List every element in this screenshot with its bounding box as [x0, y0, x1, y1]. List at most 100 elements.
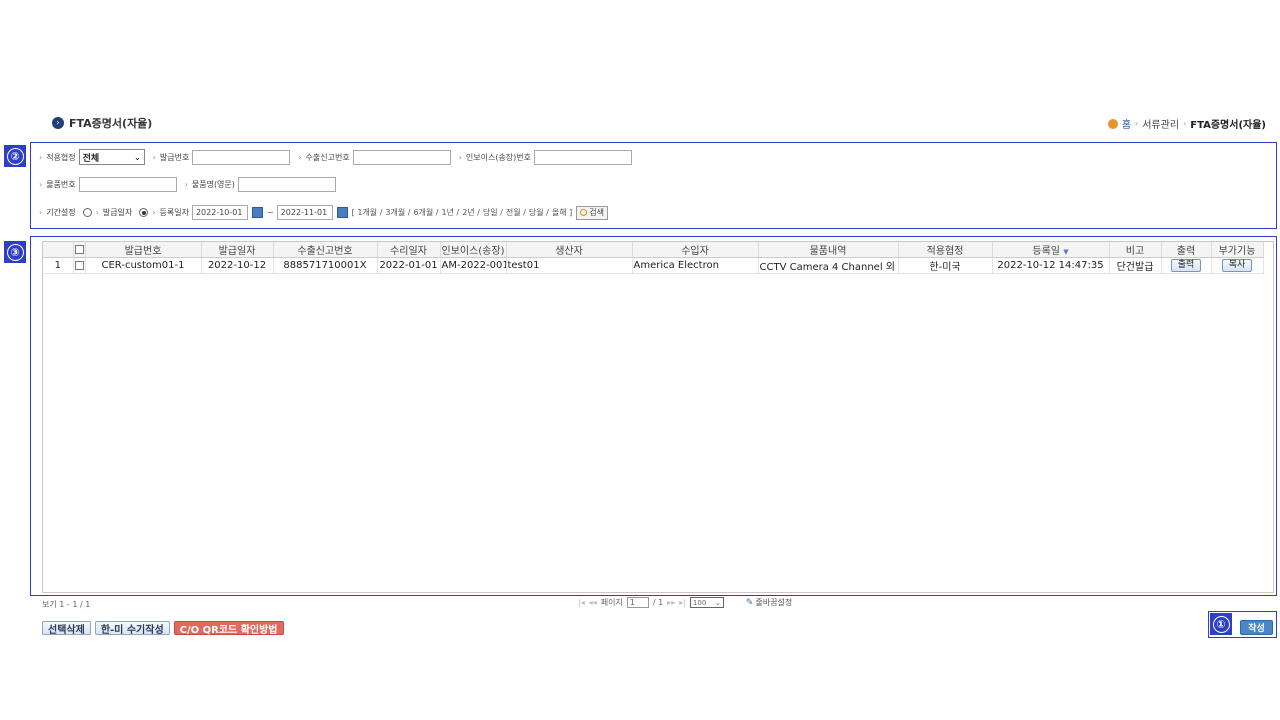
- cell-reg-date: 2022-10-12 14:47:35: [992, 257, 1110, 274]
- quick-period-prev-month[interactable]: 전월 /: [506, 207, 526, 218]
- marker-1: ①: [1210, 613, 1232, 635]
- breadcrumb-separator-icon: ›: [1183, 119, 1187, 128]
- first-page-icon[interactable]: |◂: [578, 598, 585, 607]
- calendar-icon[interactable]: [336, 207, 348, 218]
- col-issue-date[interactable]: 발급일자: [201, 242, 274, 258]
- cell-issue-date: 2022-10-12: [201, 257, 274, 274]
- issue-no-label: 발급번호: [153, 152, 189, 163]
- cell-items: CCTV Camera 4 Channel 외 2건: [758, 257, 899, 274]
- qr-guide-button[interactable]: C/O QR코드 확인방법: [173, 621, 284, 636]
- col-note[interactable]: 비고: [1109, 242, 1162, 258]
- quick-period-6m[interactable]: 6개월 /: [413, 207, 438, 218]
- wrench-icon: ✎: [745, 597, 754, 608]
- marker-2-label: ②: [6, 147, 24, 165]
- page-header: › FTA증명서(자율): [52, 115, 152, 131]
- page-label: 페이지: [600, 598, 623, 607]
- col-agreement[interactable]: 적용협정: [898, 242, 993, 258]
- quick-period-links: [ 1개월 / 3개월 / 6개월 / 1년 / 2년 / 당일 / 전월 / …: [352, 207, 573, 218]
- issue-date-label: 발급일자: [96, 207, 132, 218]
- chevron-down-icon: ⌄: [133, 152, 141, 162]
- agreement-select-value: 전체: [82, 153, 100, 164]
- breadcrumb: 홈 › 서류관리 › FTA증명서(자율): [1107, 116, 1266, 131]
- manual-write-button[interactable]: 한-미 수기작성: [94, 621, 170, 636]
- issue-date-radio[interactable]: [82, 208, 92, 217]
- calendar-icon[interactable]: [251, 207, 263, 218]
- pager: |◂ ◂◂ 페이지 1 / 1 ▸▸ ▸| 100 ⌄ ✎ 줄바꿈설정: [578, 597, 792, 608]
- invoice-no-input[interactable]: [534, 149, 633, 165]
- row-number: 1: [43, 257, 74, 274]
- quick-period-1m[interactable]: [ 1개월 /: [352, 207, 383, 218]
- result-table: 발급번호 발급일자 수출신고번호 수리일자 인보이스(송장) 생산자 수입자 물…: [43, 242, 1264, 274]
- search-button[interactable]: 검색: [576, 205, 608, 220]
- quick-period-3m[interactable]: 3개월 /: [385, 207, 410, 218]
- reg-date-label: 등록일자: [152, 207, 189, 218]
- print-button[interactable]: 출력: [1170, 259, 1202, 272]
- cell-agreement: 한-미국: [898, 257, 993, 274]
- copy-button[interactable]: 복사: [1221, 259, 1253, 272]
- quick-period-1y[interactable]: 1년 /: [442, 207, 460, 218]
- wrap-setting-button[interactable]: ✎ 줄바꿈설정: [746, 597, 792, 608]
- col-print[interactable]: 출력: [1161, 242, 1212, 258]
- page-size-value: 100: [692, 598, 707, 607]
- breadcrumb-current: FTA증명서(자율): [1190, 120, 1266, 131]
- page-title: FTA증명서(자율): [69, 117, 153, 130]
- search-panel: 적용협정 전체 ⌄ 발급번호 수출신고번호 인보이스(송장)번호 물품번호 물품…: [30, 142, 1277, 229]
- sort-desc-icon: ▼: [1063, 248, 1069, 256]
- next-page-icon[interactable]: ▸▸: [667, 598, 675, 607]
- breadcrumb-section[interactable]: 서류관리: [1142, 116, 1179, 131]
- col-rownum: [43, 242, 74, 258]
- cell-issue-no[interactable]: CER-custom01-1: [85, 257, 202, 274]
- breadcrumb-separator-icon: ›: [1135, 119, 1139, 128]
- invoice-no-label: 인보이스(송장)번호: [459, 152, 531, 163]
- delete-selected-button[interactable]: 선택삭제: [42, 621, 91, 636]
- col-extra[interactable]: 부가기능: [1211, 242, 1264, 258]
- export-no-input[interactable]: [352, 149, 451, 165]
- cell-export-no: 888571710001X: [273, 257, 378, 274]
- col-issue-no[interactable]: 발급번호: [85, 242, 202, 258]
- chevron-right-circle-icon: ›: [52, 117, 64, 129]
- col-invoice[interactable]: 인보이스(송장): [440, 242, 507, 258]
- quick-period-today[interactable]: 당일 /: [483, 207, 503, 218]
- col-items[interactable]: 물품내역: [758, 242, 899, 258]
- quick-period-this-year[interactable]: 올해 ]: [552, 207, 572, 218]
- col-export-no[interactable]: 수출신고번호: [273, 242, 378, 258]
- cell-invoice: AM-2022-001: [440, 257, 507, 274]
- reg-date-radio[interactable]: [139, 208, 149, 217]
- col-reg-date[interactable]: 등록일 ▼: [992, 242, 1110, 258]
- prev-page-icon[interactable]: ◂◂: [589, 598, 597, 607]
- issue-no-input[interactable]: [192, 149, 291, 165]
- page-size-select[interactable]: 100 ⌄: [689, 597, 724, 608]
- row-checkbox[interactable]: [74, 260, 84, 270]
- item-name-input[interactable]: [237, 177, 336, 192]
- marker-2: ②: [4, 145, 26, 167]
- quick-period-this-month[interactable]: 당월 /: [529, 207, 549, 218]
- home-icon[interactable]: [1107, 118, 1118, 129]
- col-accept-date[interactable]: 수리일자: [377, 242, 441, 258]
- cell-print: 출력: [1161, 257, 1212, 274]
- wrap-setting-label: 줄바꿈설정: [755, 598, 793, 607]
- cell-extra: 복사: [1211, 257, 1264, 274]
- write-button[interactable]: 작성: [1240, 620, 1273, 635]
- col-select-all[interactable]: [73, 242, 86, 258]
- breadcrumb-home[interactable]: 홈: [1122, 116, 1131, 131]
- page-input[interactable]: 1: [626, 597, 649, 608]
- view-info: 보기 1 - 1 / 1: [42, 600, 91, 609]
- col-producer[interactable]: 생산자: [506, 242, 633, 258]
- select-all-checkbox[interactable]: [74, 244, 84, 254]
- col-importer[interactable]: 수입자: [632, 242, 759, 258]
- agreement-select[interactable]: 전체 ⌄: [78, 149, 145, 165]
- search-button-label: 검색: [589, 208, 604, 217]
- last-page-icon[interactable]: ▸|: [679, 598, 686, 607]
- date-to-input[interactable]: 2022-11-01: [276, 205, 333, 220]
- bottom-action-buttons: 선택삭제 한-미 수기작성 C/O QR코드 확인방법: [42, 621, 284, 636]
- quick-period-2y[interactable]: 2년 /: [462, 207, 480, 218]
- item-no-input[interactable]: [78, 177, 177, 192]
- col-reg-date-label: 등록일: [1032, 246, 1061, 257]
- agreement-label: 적용협정: [39, 152, 75, 163]
- table-row[interactable]: 1 CER-custom01-1 2022-10-12 888571710001…: [43, 257, 1264, 274]
- table-header-row: 발급번호 발급일자 수출신고번호 수리일자 인보이스(송장) 생산자 수입자 물…: [43, 242, 1264, 258]
- date-separator: ~: [266, 208, 274, 217]
- row-select[interactable]: [73, 257, 86, 274]
- grid-panel: 발급번호 발급일자 수출신고번호 수리일자 인보이스(송장) 생산자 수입자 물…: [30, 236, 1277, 596]
- date-from-input[interactable]: 2022-10-01: [191, 205, 248, 220]
